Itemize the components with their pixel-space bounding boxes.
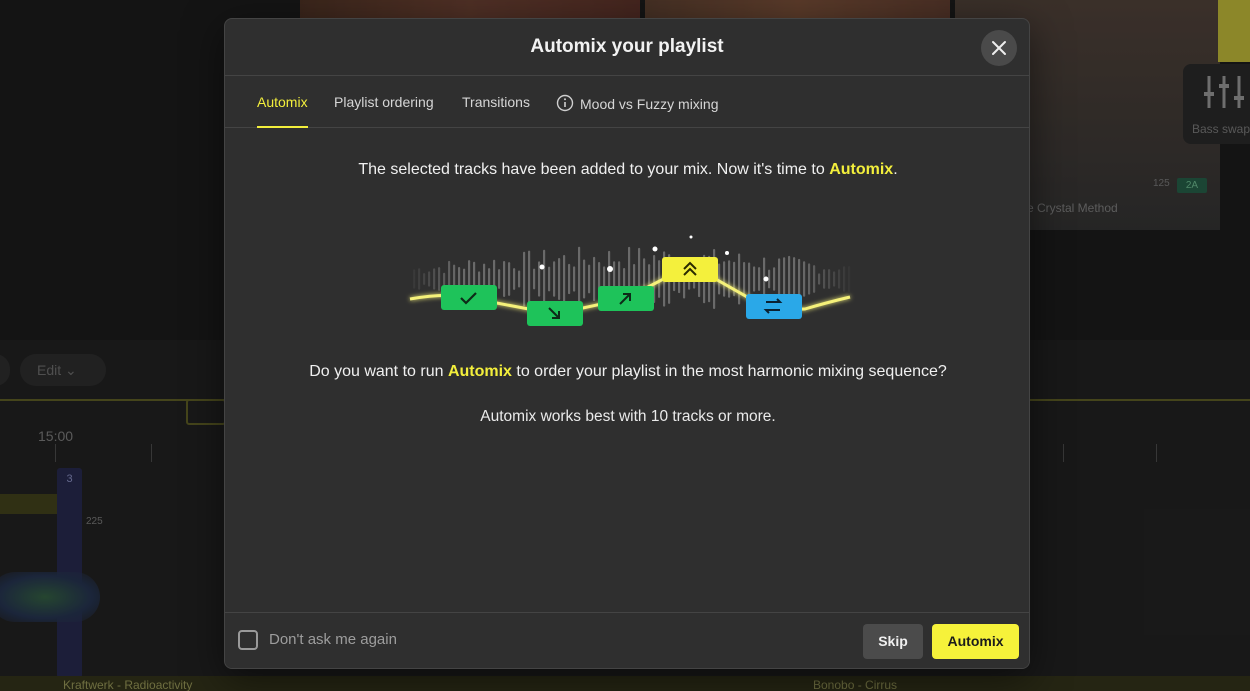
automix-illustration [405,219,855,329]
lead-suffix: . [893,161,898,178]
question-prefix: Do you want to run [309,363,448,380]
dont-ask-checkbox[interactable] [238,630,258,650]
tab-mood-vs-fuzzy-mixing[interactable]: Mood vs Fuzzy mixing [556,94,718,128]
lead-prefix: The selected tracks have been added to y… [358,161,830,178]
dialog-footer: Don't ask me again Skip Automix [225,612,1029,668]
tab-automix[interactable]: Automix [257,94,308,128]
swap-arrows-tile [746,294,802,319]
info-icon [556,94,574,112]
arrow-up-right-tile [598,286,654,311]
arrow-down-right-tile [527,301,583,326]
close-button[interactable] [981,30,1017,66]
question-text: Do you want to run Automix to order your… [225,363,1029,381]
question-suffix: to order your playlist in the most harmo… [511,363,947,380]
dont-ask-label[interactable]: Don't ask me again [269,631,397,648]
tab-label: Mood vs Fuzzy mixing [580,96,719,112]
tab-playlist-ordering[interactable]: Playlist ordering [334,94,434,128]
lead-text: The selected tracks have been added to y… [225,161,1029,179]
automix-dialog: Automix your playlist Automix Playlist o… [224,18,1030,669]
question-highlight: Automix [447,363,512,380]
double-chevron-up-tile [662,257,718,282]
note-text: Automix works best with 10 tracks or mor… [480,408,776,425]
dialog-title: Automix your playlist [530,36,724,57]
dialog-tabs: Automix Playlist ordering Transitions Mo… [225,76,1029,128]
close-icon [992,41,1006,55]
automix-button[interactable]: Automix [932,624,1019,659]
skip-button[interactable]: Skip [863,624,923,659]
dialog-header: Automix your playlist [225,19,1029,76]
check-tile [441,285,497,310]
lead-highlight: Automix [829,161,894,178]
tab-transitions[interactable]: Transitions [462,94,530,128]
